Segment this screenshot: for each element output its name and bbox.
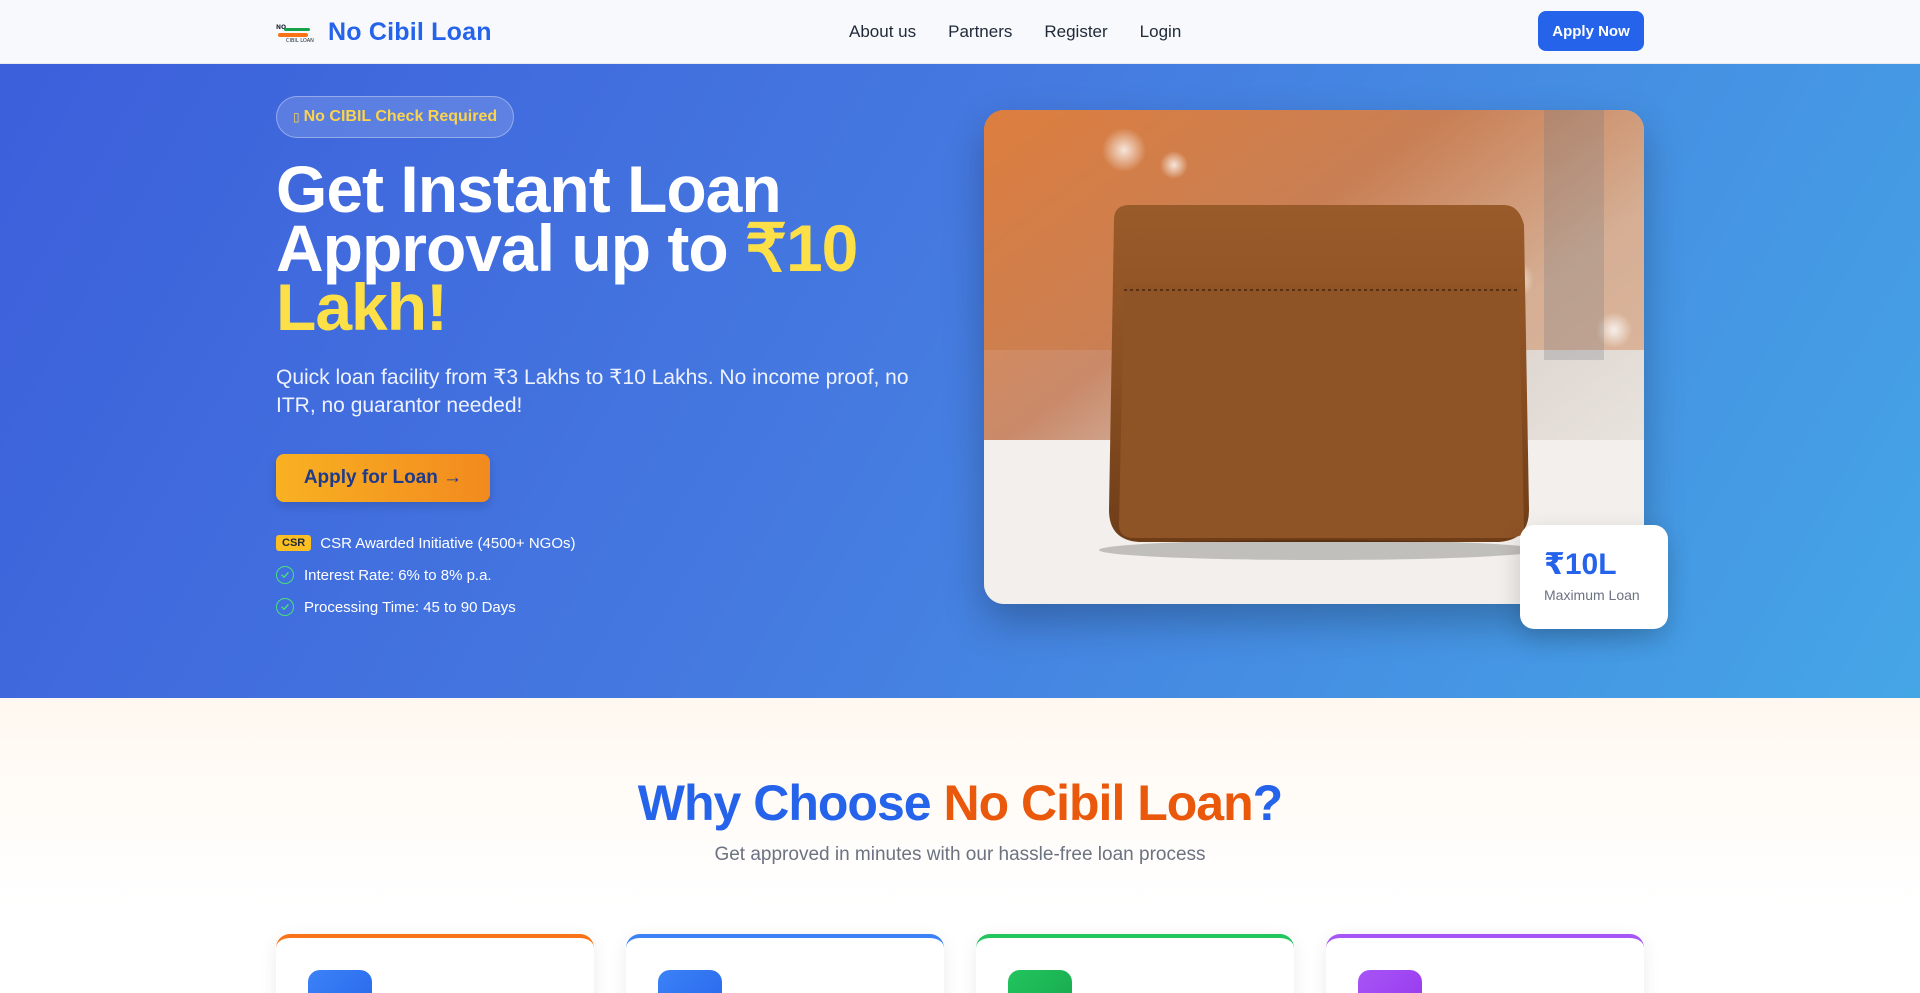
apply-for-loan-button[interactable]: Apply for Loan → <box>276 454 490 502</box>
badge-text: No CIBIL Check Required <box>303 108 498 125</box>
hero-features: CSR CSR Awarded Initiative (4500+ NGOs) … <box>276 533 576 629</box>
why-title-part1: Why Choose <box>637 775 944 831</box>
badge-icon: ▯ <box>293 110 300 124</box>
navbar-inner: NO CIBIL LOAN No Cibil Loan About us Par… <box>276 0 1644 64</box>
navbar: NO CIBIL LOAN No Cibil Loan About us Par… <box>0 0 1920 64</box>
hero-section: ▯ No CIBIL Check Required Get Instant Lo… <box>0 64 1920 698</box>
feature-interest: Interest Rate: 6% to 8% p.a. <box>276 565 576 585</box>
why-title-part3: ? <box>1252 775 1284 831</box>
benefit-cards <box>276 934 1644 993</box>
logo-orange-stripe <box>278 32 308 37</box>
why-choose-section: Why Choose No Cibil Loan? Get approved i… <box>0 698 1920 993</box>
benefit-card-icon <box>1008 970 1072 993</box>
benefit-card-4 <box>1326 934 1644 993</box>
check-circle-icon <box>276 598 294 616</box>
no-cibil-badge: ▯ No CIBIL Check Required <box>276 96 515 138</box>
logo-mark-text-bottom: CIBIL LOAN <box>286 37 314 44</box>
csr-tag: CSR <box>276 535 312 551</box>
benefit-card-1 <box>276 934 594 993</box>
feature-csr-text: CSR Awarded Initiative (4500+ NGOs) <box>320 534 576 552</box>
feature-processing-text: Processing Time: 45 to 90 Days <box>304 598 516 616</box>
nav-links: About us Partners Register Login <box>849 22 1181 42</box>
nav-link-about[interactable]: About us <box>849 22 916 42</box>
max-loan-label: Maximum Loan <box>1544 587 1640 603</box>
hero-title: Get Instant Loan Approval up to ₹10 Lakh… <box>276 156 916 340</box>
benefit-card-icon <box>658 970 722 993</box>
apply-now-button[interactable]: Apply Now <box>1538 11 1644 51</box>
check-circle-icon <box>276 566 294 584</box>
benefit-card-icon <box>308 970 372 993</box>
feature-processing: Processing Time: 45 to 90 Days <box>276 597 576 617</box>
max-loan-value: ₹10L <box>1544 548 1617 581</box>
why-choose-title: Why Choose No Cibil Loan? <box>0 774 1920 832</box>
logo-green-stripe <box>284 27 310 31</box>
feature-interest-text: Interest Rate: 6% to 8% p.a. <box>304 566 492 584</box>
benefit-card-icon <box>1358 970 1422 993</box>
nav-link-register[interactable]: Register <box>1044 22 1107 42</box>
nav-link-login[interactable]: Login <box>1140 22 1182 42</box>
benefit-card-2 <box>626 934 944 993</box>
feature-csr: CSR CSR Awarded Initiative (4500+ NGOs) <box>276 533 576 553</box>
logo-icon: NO CIBIL LOAN <box>276 20 316 46</box>
why-choose-subtitle: Get approved in minutes with our hassle-… <box>714 844 1206 865</box>
brand-logo[interactable]: NO CIBIL LOAN No Cibil Loan <box>276 18 492 47</box>
hero-subtitle: Quick loan facility from ₹3 Lakhs to ₹10… <box>276 366 909 417</box>
why-title-part2: No Cibil Loan <box>943 775 1253 831</box>
brand-name: No Cibil Loan <box>328 18 492 46</box>
nav-link-partners[interactable]: Partners <box>948 22 1012 42</box>
benefit-card-3 <box>976 934 1294 993</box>
max-loan-card: ₹10L Maximum Loan <box>1520 525 1668 629</box>
